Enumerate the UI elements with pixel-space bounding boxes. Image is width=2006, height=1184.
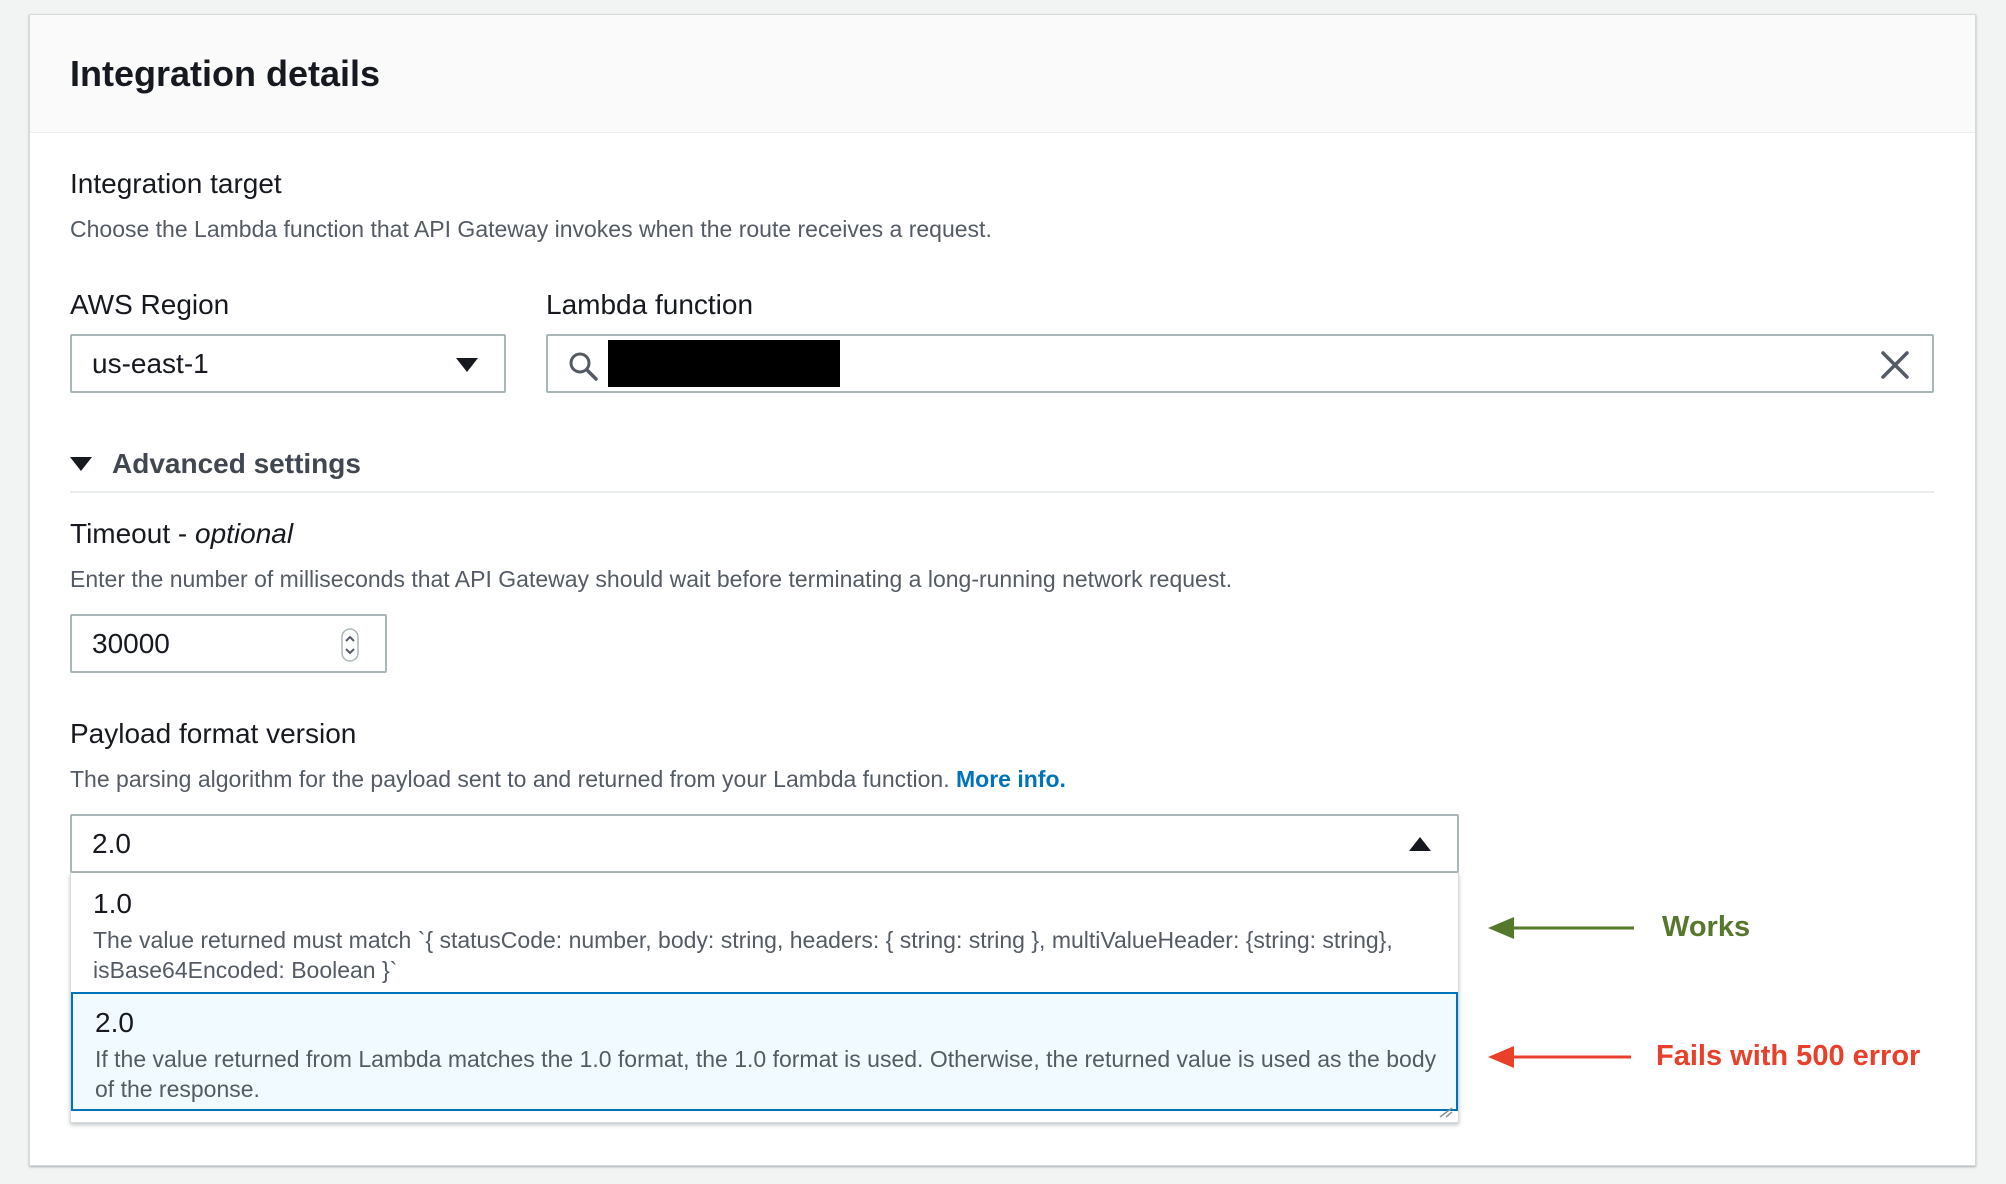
caret-down-icon <box>70 457 92 471</box>
caret-down-icon <box>456 358 478 372</box>
integration-target-label: Integration target <box>70 168 282 199</box>
fails-annotation: Fails with 500 error <box>1656 1040 1921 1072</box>
option-description: If the value returned from Lambda matche… <box>95 1046 1437 1102</box>
option-title: 2.0 <box>95 1007 134 1038</box>
caret-up-icon <box>1409 837 1431 851</box>
redacted-value <box>608 340 840 387</box>
timeout-label: Timeout - optional <box>70 518 294 549</box>
works-annotation: Works <box>1662 911 1751 943</box>
resize-handle-icon[interactable] <box>1438 1106 1454 1118</box>
payload-format-label: Payload format version <box>70 718 357 749</box>
advanced-settings-label: Advanced settings <box>112 448 361 479</box>
fails-arrow-icon <box>1488 1046 1631 1068</box>
aws-region-label: AWS Region <box>70 289 230 320</box>
payload-format-listbox: 1.0 The value returned must match `{ sta… <box>70 873 1459 1123</box>
lambda-function-label: Lambda function <box>546 289 754 320</box>
option-2-0[interactable]: 2.0 If the value returned from Lambda ma… <box>71 992 1458 1111</box>
payload-format-value: 2.0 <box>92 827 131 859</box>
advanced-settings-toggle[interactable]: Advanced settings <box>70 448 361 480</box>
option-1-0[interactable]: 1.0 The value returned must match `{ sta… <box>71 873 1458 993</box>
aws-region-value: us-east-1 <box>92 347 209 379</box>
works-arrow-icon <box>1488 917 1634 939</box>
timeout-value: 30000 <box>92 627 170 659</box>
panel-header: Integration details <box>30 15 1975 133</box>
timeout-description: Enter the number of milliseconds that AP… <box>70 566 1233 592</box>
integration-target-description: Choose the Lambda function that API Gate… <box>70 216 992 242</box>
timeout-input[interactable]: 30000 <box>70 614 387 673</box>
option-description: The value returned must match `{ statusC… <box>93 927 1393 983</box>
divider <box>70 491 1934 493</box>
stepper-icon[interactable] <box>341 628 359 662</box>
close-icon[interactable] <box>1880 350 1910 380</box>
payload-format-description: The parsing algorithm for the payload se… <box>70 766 1066 792</box>
aws-region-select[interactable]: us-east-1 <box>70 334 506 393</box>
more-info-link[interactable]: More info. <box>956 766 1066 792</box>
search-icon <box>569 352 598 381</box>
payload-format-select[interactable]: 2.0 <box>70 814 1459 873</box>
option-title: 1.0 <box>93 888 132 919</box>
panel-title: Integration details <box>70 52 381 94</box>
lambda-function-input[interactable] <box>546 334 1934 393</box>
